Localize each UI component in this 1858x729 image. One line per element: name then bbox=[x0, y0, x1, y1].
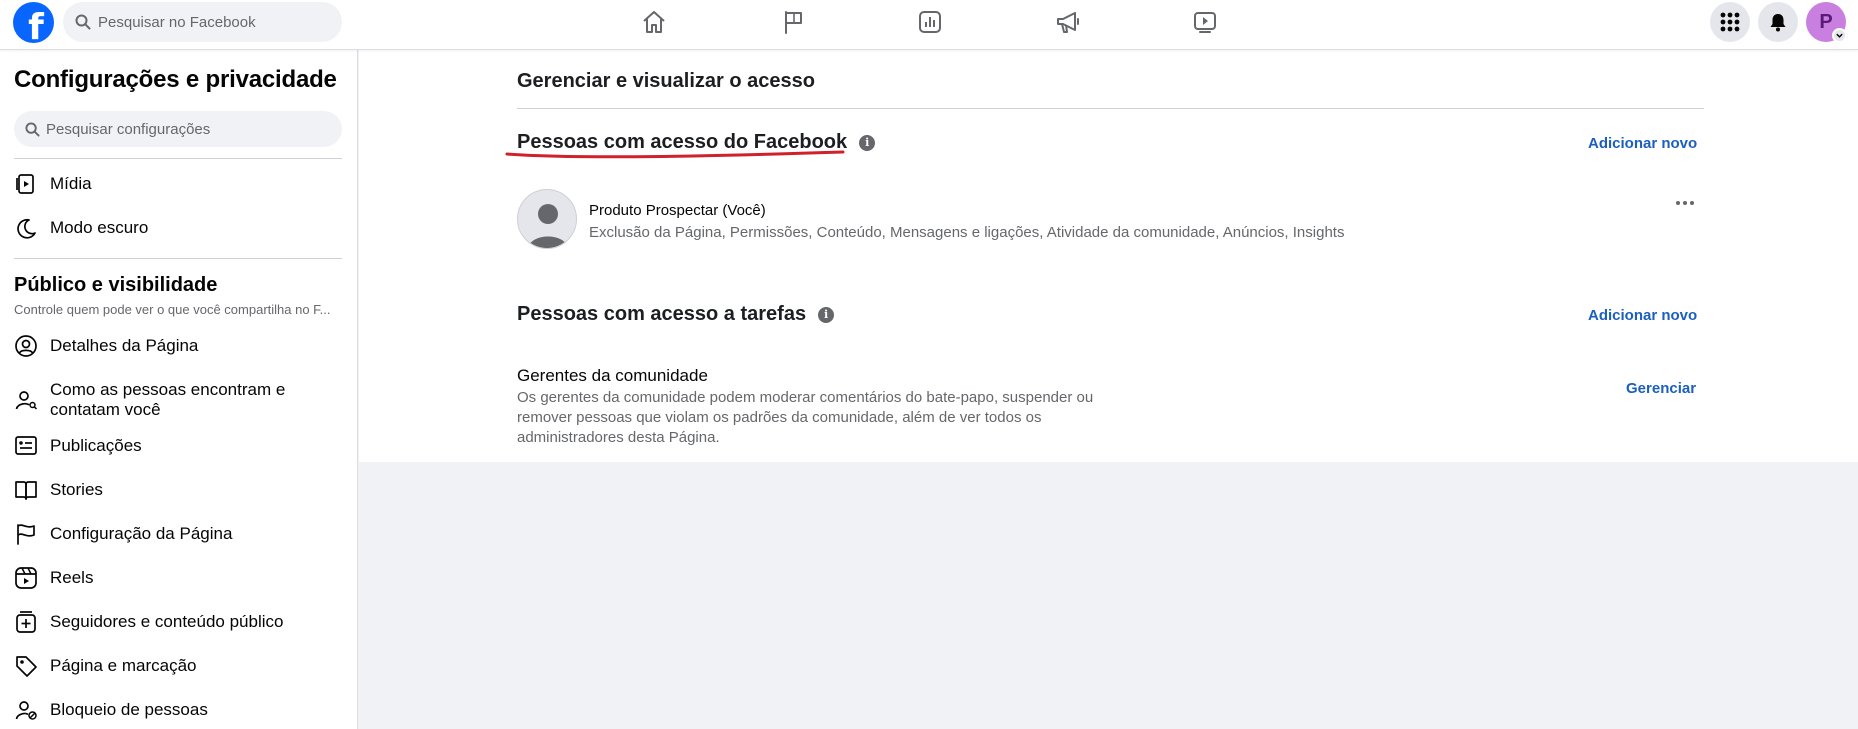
block-person-icon bbox=[14, 698, 38, 722]
settings-search-bar[interactable] bbox=[14, 111, 342, 147]
person-search-icon bbox=[14, 388, 38, 412]
section-task-access: Pessoas com acesso a tarefas i bbox=[517, 303, 835, 326]
facebook-search-input[interactable] bbox=[98, 13, 328, 31]
sidebar-item-page-details[interactable]: Detalhes da Página bbox=[14, 334, 344, 358]
divider bbox=[14, 158, 342, 159]
divider bbox=[517, 108, 1704, 109]
sidebar-item-midia[interactable]: Mídia bbox=[14, 172, 344, 196]
nav-tab-home[interactable] bbox=[624, 4, 684, 40]
section-title-public-visibility: Público e visibilidade bbox=[14, 274, 218, 296]
section-subtitle: Controle quem pode ver o que você compar… bbox=[14, 302, 331, 317]
book-icon bbox=[14, 478, 38, 502]
sidebar-item-label: Detalhes da Página bbox=[50, 336, 199, 355]
flag-icon bbox=[785, 11, 802, 34]
sidebar-item-blocking[interactable]: Bloqueio de pessoas bbox=[14, 698, 344, 722]
notifications-button[interactable] bbox=[1758, 2, 1798, 42]
nav-tab-video[interactable] bbox=[1175, 4, 1235, 40]
video-icon bbox=[1194, 12, 1216, 33]
facebook-search-bar[interactable] bbox=[63, 2, 342, 42]
sidebar-item-label: Página e marcação bbox=[50, 656, 197, 675]
posts-icon bbox=[14, 434, 38, 458]
nav-tab-pages[interactable] bbox=[763, 4, 823, 40]
moon-icon bbox=[14, 216, 38, 240]
add-box-icon bbox=[14, 610, 38, 634]
sidebar-item-label: Reels bbox=[50, 568, 94, 587]
sidebar-item-tagging[interactable]: Página e marcação bbox=[14, 654, 344, 678]
reels-icon bbox=[14, 566, 38, 590]
home-icon bbox=[643, 11, 665, 33]
facebook-logo[interactable]: f bbox=[13, 2, 54, 43]
sidebar-item-reels[interactable]: Reels bbox=[14, 566, 344, 590]
top-navigation-bar: f P bbox=[0, 0, 1858, 50]
media-icon bbox=[14, 172, 38, 196]
search-icon bbox=[25, 121, 40, 137]
sidebar-title: Configurações e privacidade bbox=[14, 66, 337, 93]
divider bbox=[14, 258, 342, 259]
info-icon[interactable]: i bbox=[859, 134, 876, 151]
person-permissions: Exclusão da Página, Permissões, Conteúdo… bbox=[589, 224, 1345, 241]
sidebar-item-find-contact[interactable]: Como as pessoas encontram e contatam voc… bbox=[14, 380, 344, 420]
manage-button[interactable]: Gerenciar bbox=[1626, 380, 1696, 397]
flag-icon bbox=[14, 522, 38, 546]
add-new-facebook-access-button[interactable]: Adicionar novo bbox=[1588, 135, 1697, 152]
person-name: Produto Prospectar (Você) bbox=[589, 202, 766, 219]
sidebar-item-page-setup[interactable]: Configuração da Página bbox=[14, 522, 344, 546]
nav-tab-ads[interactable] bbox=[1038, 4, 1098, 40]
menu-button[interactable] bbox=[1710, 2, 1750, 42]
megaphone-icon bbox=[1057, 12, 1079, 33]
settings-search-input[interactable] bbox=[46, 120, 326, 138]
bell-icon bbox=[1770, 14, 1786, 32]
search-icon bbox=[75, 14, 91, 30]
info-icon[interactable]: i bbox=[818, 306, 835, 323]
add-new-task-access-button[interactable]: Adicionar novo bbox=[1588, 307, 1697, 324]
page-title: Gerenciar e visualizar o acesso bbox=[517, 70, 815, 92]
sidebar-item-label: Seguidores e conteúdo público bbox=[50, 612, 284, 631]
more-options-button[interactable] bbox=[1670, 190, 1700, 216]
section-title: Pessoas com acesso a tarefas bbox=[517, 303, 807, 325]
sidebar-item-label: Bloqueio de pessoas bbox=[50, 700, 208, 719]
more-dots-icon bbox=[1676, 201, 1694, 205]
sidebar-item-label: Configuração da Página bbox=[50, 524, 233, 543]
chevron-down-icon bbox=[1836, 33, 1843, 38]
settings-sidebar: Configurações e privacidade Mídia Modo e… bbox=[0, 50, 358, 729]
insights-icon bbox=[919, 11, 941, 33]
user-circle-icon bbox=[14, 334, 38, 358]
sidebar-item-label: Mídia bbox=[50, 174, 92, 193]
sidebar-item-label: Como as pessoas encontram e contatam voc… bbox=[50, 380, 286, 419]
account-caret[interactable] bbox=[1832, 28, 1847, 43]
sidebar-item-followers[interactable]: Seguidores e conteúdo público bbox=[14, 610, 344, 634]
sidebar-item-label: Publicações bbox=[50, 436, 142, 455]
community-managers-title: Gerentes da comunidade bbox=[517, 366, 708, 385]
community-managers-description: Os gerentes da comunidade podem moderar … bbox=[517, 389, 1094, 446]
default-avatar-icon bbox=[528, 204, 568, 248]
nav-tab-insights[interactable] bbox=[900, 4, 960, 40]
tag-icon bbox=[14, 654, 38, 678]
sidebar-item-dark-mode[interactable]: Modo escuro bbox=[14, 216, 344, 240]
sidebar-item-label: Stories bbox=[50, 480, 103, 499]
sidebar-item-stories[interactable]: Stories bbox=[14, 478, 344, 502]
sidebar-item-label: Modo escuro bbox=[50, 218, 149, 237]
red-underline-annotation bbox=[505, 150, 845, 159]
person-avatar[interactable] bbox=[517, 189, 577, 249]
grid-menu-icon bbox=[1720, 12, 1740, 32]
sidebar-item-posts[interactable]: Publicações bbox=[14, 434, 344, 458]
